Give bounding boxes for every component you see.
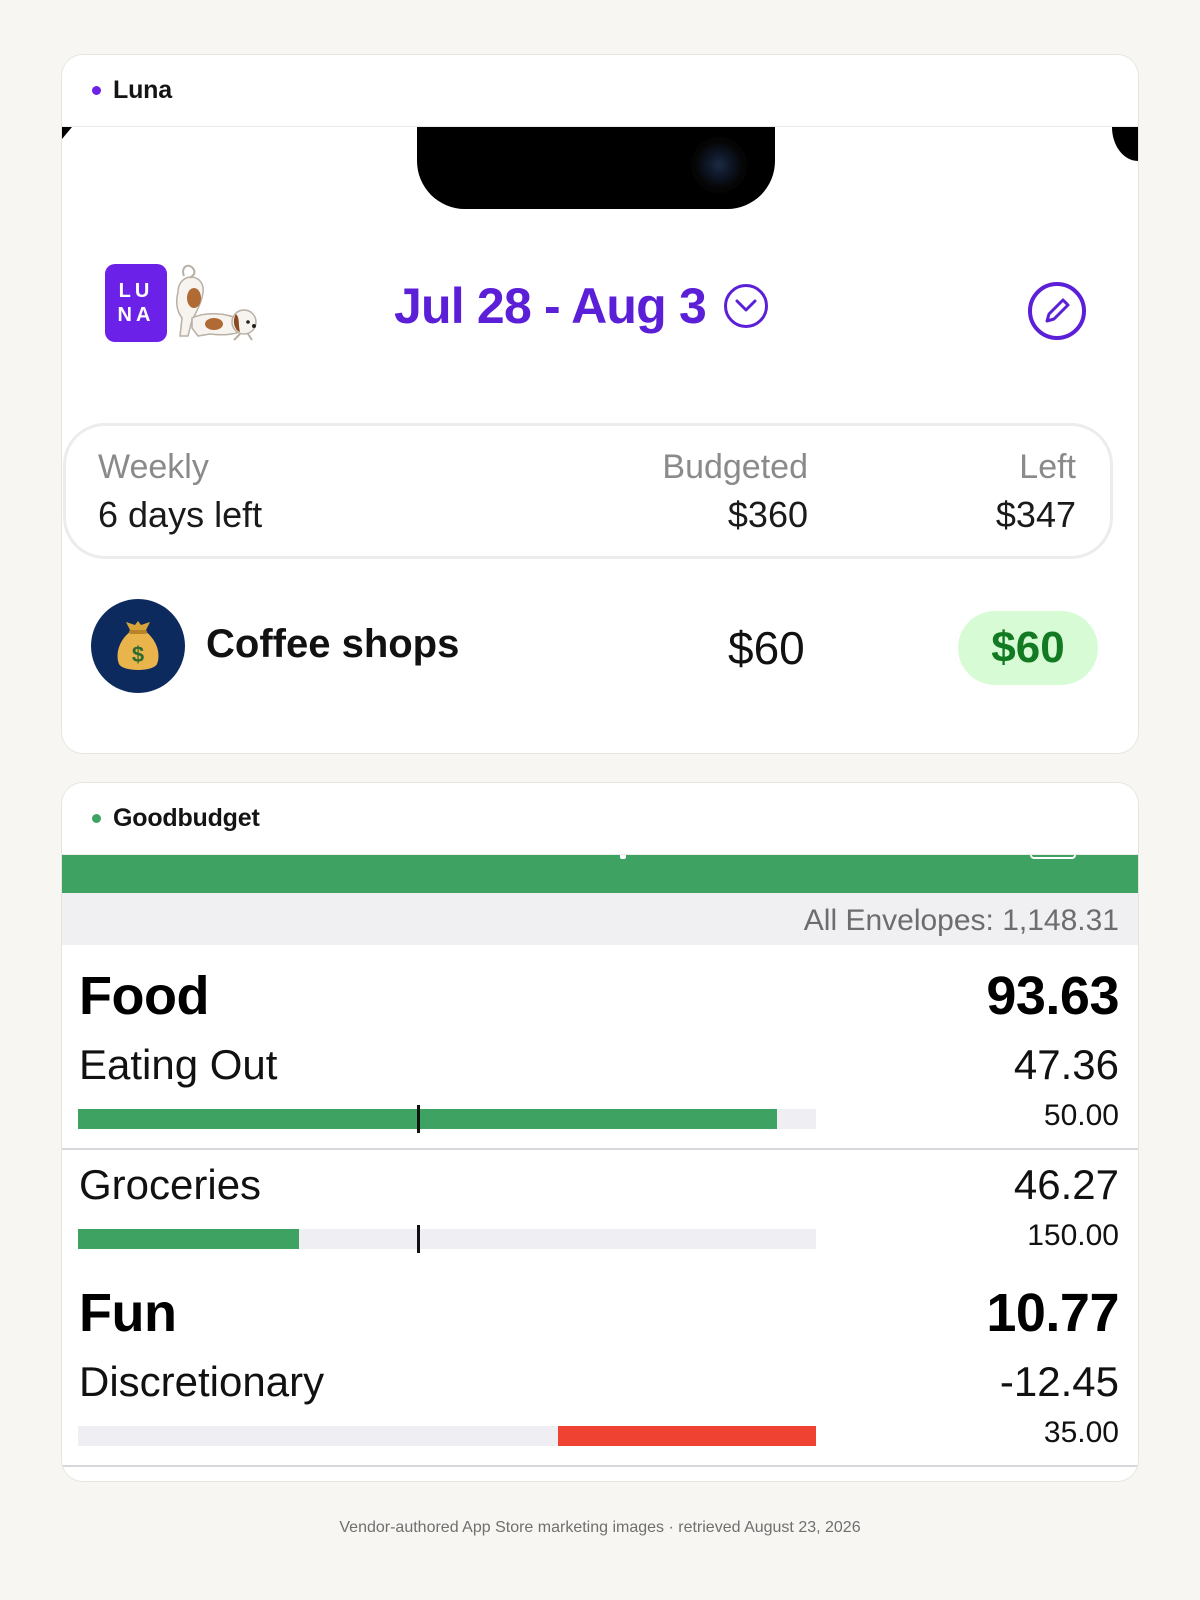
phone-corner-right [1112,127,1138,161]
envelope-progress-fill [557,1426,816,1446]
goodbudget-card-header: Goodbudget [62,783,1138,855]
edit-button[interactable] [1028,282,1086,340]
period-marker [417,1105,421,1133]
luna-logo-line1: LU [118,280,154,302]
group-name-food: Food [79,966,209,1026]
dog-mascot-icon [176,264,257,341]
budgeted-value: $360 [727,494,808,535]
envelope-budget: 150.00 [1027,1219,1119,1252]
row-divider [62,1148,1138,1150]
envelope-progress-fill [78,1109,777,1129]
all-envelopes-total: All Envelopes: 1,148.31 [62,893,1138,945]
money-bag-icon: $ [91,599,185,693]
camera-icon [691,137,747,193]
chevron-down-icon [724,284,769,328]
days-left: 6 days left [98,494,263,535]
envelope-progress-bar [78,1105,816,1133]
category-left-badge: $60 [958,611,1098,685]
svg-text:$: $ [132,642,144,667]
footer-caption: Vendor-authored App Store marketing imag… [339,1519,861,1536]
nav-bar [62,855,1138,893]
budgeted-label: Budgeted [662,448,808,486]
luna-card: Luna LU NA Jul 28 - Aug 3 Weekly 6 days … [61,54,1139,754]
nav-button-fragment[interactable] [1030,855,1076,859]
luna-logo-line2: NA [117,304,155,326]
luna-card-header: Luna [62,55,1138,127]
date-range-selector[interactable]: Jul 28 - Aug 3 [394,277,769,335]
envelope-balance: -12.45 [999,1358,1119,1405]
goodbudget-card-title: Goodbudget [113,804,260,832]
group-name-fun: Fun [79,1283,177,1343]
envelope-balance: 46.27 [1013,1161,1119,1208]
date-range-label: Jul 28 - Aug 3 [394,278,707,334]
envelope-balance: 47.36 [1013,1041,1119,1088]
goodbudget-screenshot: All Envelopes: 1,148.31 Food 93.63 Eatin… [62,855,1138,1481]
left-value: $347 [995,494,1076,535]
group-total-fun: 10.77 [986,1283,1119,1343]
goodbudget-card: Goodbudget All Envelopes: 1,148.31 Food … [61,782,1139,1482]
envelope-budget: 50.00 [1043,1099,1119,1132]
left-label: Left [1019,448,1076,486]
row-divider [62,1465,1138,1467]
luna-dot [92,86,101,95]
luna-card-title: Luna [113,76,172,104]
envelope-budget: 35.00 [1043,1416,1119,1449]
period-label: Weekly [98,448,209,486]
group-total-food: 93.63 [986,966,1119,1026]
envelope-name[interactable]: Discretionary [79,1358,324,1406]
luna-screenshot: LU NA Jul 28 - Aug 3 Weekly 6 days left … [62,127,1138,753]
luna-logo: LU NA [105,264,167,342]
envelope-progress-fill [78,1229,300,1249]
nav-title-fragment [620,855,626,859]
period-marker [417,1225,421,1253]
envelope-name[interactable]: Eating Out [79,1041,277,1089]
goodbudget-dot [92,814,101,823]
weekly-summary-card: Weekly 6 days left Budgeted $360 Left $3… [63,423,1113,559]
envelope-name[interactable]: Groceries [79,1161,261,1209]
envelope-progress-bar [78,1426,816,1446]
category-budgeted: $60 [728,622,805,674]
envelope-progress-bar [78,1225,816,1253]
dynamic-island [417,127,775,209]
category-name[interactable]: Coffee shops [206,622,459,667]
phone-corner-left [62,127,72,139]
pencil-icon [1045,298,1070,323]
